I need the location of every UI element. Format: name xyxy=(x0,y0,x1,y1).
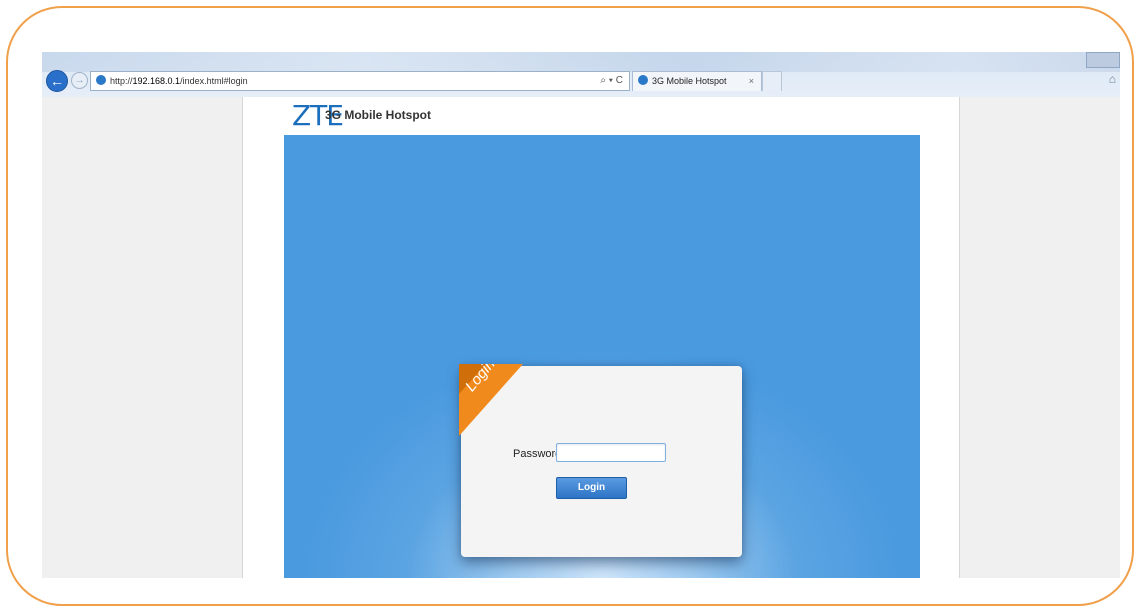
url-prefix: http:// xyxy=(110,76,133,86)
login-panel: Login Password Login xyxy=(459,364,742,557)
close-tab-icon[interactable]: × xyxy=(749,72,754,91)
window-controls[interactable] xyxy=(1086,52,1120,68)
browser-viewport: ZTE 3G Mobile Hotspot Login Password Log… xyxy=(42,97,1120,578)
login-ribbon: Login xyxy=(459,364,523,436)
new-tab-button[interactable] xyxy=(762,71,782,91)
tab-3g-mobile-hotspot[interactable]: 3G Mobile Hotspot × xyxy=(632,71,762,91)
password-label: Password xyxy=(513,448,562,460)
address-bar[interactable]: http://192.168.0.1/index.html#login ⌕ ▾ … xyxy=(90,71,630,91)
url-path: /index.html#login xyxy=(180,76,248,86)
title-bar xyxy=(42,52,1120,72)
page-divider-right xyxy=(959,97,960,578)
password-input[interactable] xyxy=(556,443,666,462)
login-button[interactable]: Login xyxy=(556,477,627,499)
browser-toolbar: ← → http://192.168.0.1/index.html#login … xyxy=(42,52,1120,97)
web-page: ZTE 3G Mobile Hotspot Login Password Log… xyxy=(243,97,959,578)
back-arrow-icon[interactable]: ← xyxy=(46,70,68,92)
tab-title: 3G Mobile Hotspot xyxy=(652,76,727,86)
forward-arrow-icon[interactable]: → xyxy=(71,72,88,89)
ie-favicon-icon xyxy=(96,75,106,85)
search-refresh-controls[interactable]: ⌕ ▾ C xyxy=(600,72,623,90)
ie-favicon-icon xyxy=(638,75,648,85)
home-icon[interactable]: ⌂ xyxy=(1109,72,1116,86)
screenshot-frame: ← → http://192.168.0.1/index.html#login … xyxy=(6,6,1134,606)
login-banner: Login Password Login xyxy=(284,135,920,578)
url-host: 192.168.0.1 xyxy=(132,76,181,86)
product-title: 3G Mobile Hotspot xyxy=(325,108,431,122)
